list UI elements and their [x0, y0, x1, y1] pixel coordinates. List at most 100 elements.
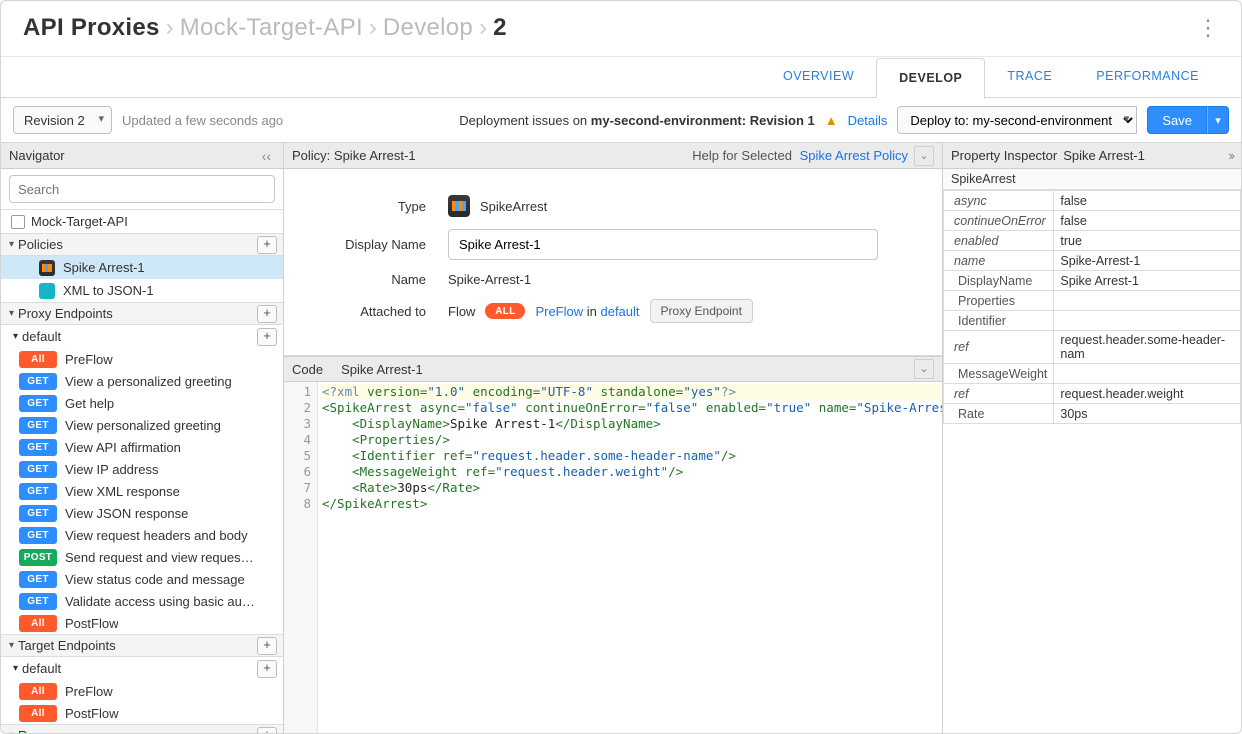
prop-value[interactable]	[1054, 291, 1241, 311]
prop-value[interactable]: 30ps	[1054, 404, 1241, 424]
proxy-endpoint-button[interactable]: Proxy Endpoint	[650, 299, 753, 323]
save-button[interactable]: Save	[1147, 106, 1207, 134]
save-dropdown-button[interactable]: ▾	[1207, 106, 1229, 134]
section-policies[interactable]: ▾Policies+	[1, 233, 283, 256]
flow-item[interactable]: AllPreFlow	[1, 348, 283, 370]
warning-icon: ▲	[825, 113, 838, 128]
prop-value[interactable]: Spike Arrest-1	[1054, 271, 1241, 291]
prop-key: enabled	[944, 231, 1054, 251]
inspector-table: asyncfalsecontinueOnErrorfalseenabledtru…	[943, 190, 1241, 424]
tab-performance[interactable]: PERFORMANCE	[1074, 57, 1221, 98]
center-title: Policy: Spike Arrest-1	[292, 148, 416, 163]
prop-key: ref	[944, 384, 1054, 404]
code-header-label: Code	[292, 362, 323, 377]
add-policy-button[interactable]: +	[257, 236, 277, 254]
method-badge: GET	[19, 527, 57, 544]
prop-value[interactable]: request.header.weight	[1054, 384, 1241, 404]
prop-key: Rate	[944, 404, 1054, 424]
policy-item[interactable]: Spike Arrest-1	[1, 256, 283, 279]
type-value: SpikeArrest	[480, 199, 547, 214]
nav-search-input[interactable]	[9, 175, 275, 203]
flow-item[interactable]: GETView personalized greeting	[1, 414, 283, 436]
prop-key: Identifier	[944, 311, 1054, 331]
prop-key: DisplayName	[944, 271, 1054, 291]
attached-to-label: Attached to	[304, 304, 448, 319]
flow-item[interactable]: GETGet help	[1, 392, 283, 414]
tab-bar: OVERVIEW DEVELOP TRACE PERFORMANCE	[1, 57, 1241, 98]
display-name-input[interactable]	[448, 229, 878, 260]
add-resource-button[interactable]: +	[257, 727, 277, 734]
help-for-selected: Help for Selected Spike Arrest Policy	[692, 148, 908, 163]
add-target-flow-button[interactable]: +	[257, 660, 277, 678]
add-flow-button[interactable]: +	[257, 328, 277, 346]
tab-trace[interactable]: TRACE	[985, 57, 1074, 98]
more-menu-icon[interactable]: ⋮	[1197, 15, 1219, 41]
deploy-to-select[interactable]: Deploy to: my-second-environment	[897, 106, 1137, 134]
spike-arrest-icon	[448, 195, 470, 217]
method-badge: GET	[19, 571, 57, 588]
crumb-proxy[interactable]: Mock-Target-API	[180, 14, 363, 42]
navigator-header: Navigator ‹‹	[1, 143, 283, 169]
flow-item[interactable]: GETView XML response	[1, 480, 283, 502]
help-link[interactable]: Spike Arrest Policy	[800, 148, 908, 163]
prop-key: async	[944, 191, 1054, 211]
tab-develop[interactable]: DEVELOP	[876, 58, 985, 99]
flow-item[interactable]: POSTSend request and view request…	[1, 546, 283, 568]
prop-value[interactable]	[1054, 311, 1241, 331]
prop-value[interactable]: request.header.some-header-nam	[1054, 331, 1241, 364]
inspector-subtitle: Spike Arrest-1	[1063, 148, 1145, 163]
revision-select[interactable]: Revision 2	[13, 106, 112, 134]
default-link[interactable]: default	[600, 304, 639, 319]
collapse-code-icon[interactable]: ⌄	[914, 359, 934, 379]
chevron-right-icon: ›	[160, 14, 180, 42]
display-name-label: Display Name	[304, 237, 448, 252]
flow-item[interactable]: GETView IP address	[1, 458, 283, 480]
collapse-nav-icon[interactable]: ‹‹	[258, 148, 275, 164]
name-value: Spike-Arrest-1	[448, 272, 531, 287]
crumb-section[interactable]: Develop	[383, 14, 473, 42]
method-badge: POST	[19, 549, 57, 566]
proxy-default-folder[interactable]: ▾default+	[1, 325, 283, 348]
method-badge: GET	[19, 461, 57, 478]
flow-item[interactable]: AllPostFlow	[1, 702, 283, 724]
crumb-root[interactable]: API Proxies	[23, 14, 160, 42]
code-editor[interactable]: <?xml version="1.0" encoding="UTF-8" sta…	[318, 382, 942, 733]
code-gutter: 12345678	[284, 382, 318, 733]
method-badge: GET	[19, 439, 57, 456]
flow-item[interactable]: GETView a personalized greeting	[1, 370, 283, 392]
prop-value[interactable]: Spike-Arrest-1	[1054, 251, 1241, 271]
flow-item[interactable]: AllPostFlow	[1, 612, 283, 634]
prop-value[interactable]	[1054, 364, 1241, 384]
section-target-endpoints[interactable]: ▾Target Endpoints+	[1, 634, 283, 657]
policy-item[interactable]: XML to JSON-1	[1, 279, 283, 302]
method-badge: GET	[19, 395, 57, 412]
flow-item[interactable]: GETView request headers and body	[1, 524, 283, 546]
add-target-ep-button[interactable]: +	[257, 637, 277, 655]
name-label: Name	[304, 272, 448, 287]
add-proxy-ep-button[interactable]: +	[257, 305, 277, 323]
method-badge: All	[19, 351, 57, 368]
prop-key: MessageWeight	[944, 364, 1054, 384]
tab-overview[interactable]: OVERVIEW	[761, 57, 876, 98]
inspector-title: Property Inspector	[951, 148, 1057, 163]
section-resources[interactable]: ▾Resources+	[1, 724, 283, 733]
prop-value[interactable]: false	[1054, 191, 1241, 211]
prop-key: name	[944, 251, 1054, 271]
expand-inspector-icon[interactable]: ››	[1228, 148, 1233, 163]
details-link[interactable]: Details	[848, 113, 888, 128]
preflow-link[interactable]: PreFlow	[535, 304, 583, 319]
chevron-right-icon: ›	[363, 14, 383, 42]
prop-value[interactable]: false	[1054, 211, 1241, 231]
section-proxy-endpoints[interactable]: ▾Proxy Endpoints+	[1, 302, 283, 325]
flow-item[interactable]: AllPreFlow	[1, 680, 283, 702]
flow-item[interactable]: GETView API affirmation	[1, 436, 283, 458]
chevron-right-icon: ›	[473, 14, 493, 42]
flow-item[interactable]: GETView JSON response	[1, 502, 283, 524]
collapse-form-icon[interactable]: ⌄	[914, 146, 934, 166]
target-default-folder[interactable]: ▾default+	[1, 657, 283, 680]
prop-value[interactable]: true	[1054, 231, 1241, 251]
flow-item[interactable]: GETView status code and message	[1, 568, 283, 590]
flow-item[interactable]: GETValidate access using basic aut…	[1, 590, 283, 612]
method-badge: GET	[19, 483, 57, 500]
tree-root[interactable]: Mock-Target-API	[1, 210, 283, 233]
